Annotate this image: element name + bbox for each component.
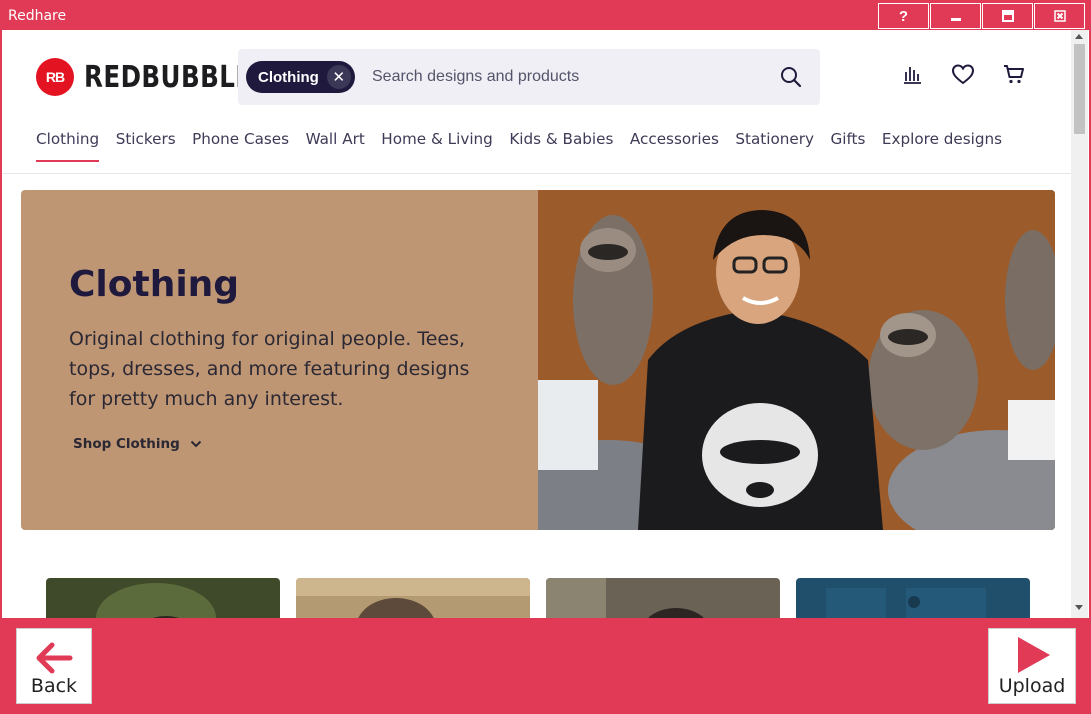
hero-banner: Clothing Original clothing for original … bbox=[21, 190, 1055, 530]
vertical-scrollbar[interactable] bbox=[1071, 30, 1088, 618]
chip-label: Clothing bbox=[258, 68, 319, 86]
help-button[interactable]: ? bbox=[878, 3, 929, 29]
play-icon bbox=[1018, 637, 1050, 673]
nav-item-phone-cases[interactable]: Phone Cases bbox=[192, 130, 289, 162]
app-window: Redhare ? RB REDBUBBLE Clothing ✕ Search… bbox=[0, 0, 1091, 714]
nav-divider bbox=[3, 173, 1071, 174]
nav-item-clothing[interactable]: Clothing bbox=[36, 130, 100, 162]
minimize-icon bbox=[950, 18, 961, 21]
nav-item-accessories[interactable]: Accessories bbox=[630, 130, 719, 162]
shop-clothing-link[interactable]: Shop Clothing bbox=[73, 436, 202, 452]
search-input[interactable] bbox=[364, 61, 764, 93]
category-nav: Clothing Stickers Phone Cases Wall Art H… bbox=[36, 130, 1019, 162]
arrow-left-icon bbox=[36, 642, 73, 674]
hero-photo-illustration bbox=[538, 190, 1055, 530]
upload-label: Upload bbox=[998, 675, 1066, 697]
dashboard-icon[interactable] bbox=[901, 63, 923, 85]
hero-title: Clothing bbox=[69, 264, 240, 305]
nav-item-wall-art[interactable]: Wall Art bbox=[306, 130, 365, 162]
back-button[interactable]: Back bbox=[16, 628, 92, 704]
product-card-4[interactable] bbox=[796, 578, 1030, 618]
product-image-3 bbox=[546, 578, 780, 618]
logo-text: REDBUBBLE bbox=[84, 59, 253, 95]
product-card-3[interactable] bbox=[546, 578, 780, 618]
search-bar: Clothing ✕ bbox=[238, 49, 820, 105]
heart-icon[interactable] bbox=[951, 63, 975, 85]
logo-mark: RB bbox=[36, 58, 74, 96]
category-chip[interactable]: Clothing ✕ bbox=[246, 61, 355, 93]
title-bar: Redhare ? bbox=[2, 2, 1089, 30]
upload-button[interactable]: Upload bbox=[988, 628, 1076, 704]
close-icon bbox=[1053, 10, 1066, 22]
maximize-icon bbox=[1001, 10, 1014, 22]
product-image-4 bbox=[796, 578, 1030, 618]
scroll-thumb[interactable] bbox=[1074, 44, 1085, 134]
product-image-1 bbox=[46, 578, 280, 618]
nav-item-explore-designs[interactable]: Explore designs bbox=[882, 130, 1002, 162]
chip-remove-icon[interactable]: ✕ bbox=[326, 65, 351, 89]
help-icon: ? bbox=[898, 7, 909, 25]
hero-description: Original clothing for original people. T… bbox=[69, 328, 470, 410]
scroll-down-icon[interactable] bbox=[1075, 605, 1083, 610]
back-label: Back bbox=[30, 675, 78, 697]
minimize-button[interactable] bbox=[930, 3, 981, 29]
hero-image bbox=[538, 190, 1055, 530]
maximize-button[interactable] bbox=[982, 3, 1033, 29]
product-image-2 bbox=[296, 578, 530, 618]
scroll-up-icon[interactable] bbox=[1075, 34, 1083, 39]
bottom-bar: Back Upload bbox=[2, 618, 1089, 712]
shop-clothing-label: Shop Clothing bbox=[73, 436, 180, 452]
nav-item-kids-babies[interactable]: Kids & Babies bbox=[509, 130, 613, 162]
hero-text-panel: Clothing Original clothing for original … bbox=[21, 190, 538, 530]
chevron-down-icon bbox=[190, 440, 201, 448]
nav-item-stickers[interactable]: Stickers bbox=[116, 130, 176, 162]
product-card-1[interactable] bbox=[46, 578, 280, 618]
window-title: Redhare bbox=[8, 8, 67, 24]
web-content: RB REDBUBBLE Clothing ✕ Clothing bbox=[3, 30, 1071, 618]
nav-item-gifts[interactable]: Gifts bbox=[830, 130, 865, 162]
product-card-2[interactable] bbox=[296, 578, 530, 618]
cart-icon[interactable] bbox=[1002, 63, 1026, 85]
nav-item-stationery[interactable]: Stationery bbox=[735, 130, 814, 162]
close-button[interactable] bbox=[1034, 3, 1085, 29]
search-icon[interactable] bbox=[780, 66, 802, 88]
nav-item-home-living[interactable]: Home & Living bbox=[381, 130, 493, 162]
